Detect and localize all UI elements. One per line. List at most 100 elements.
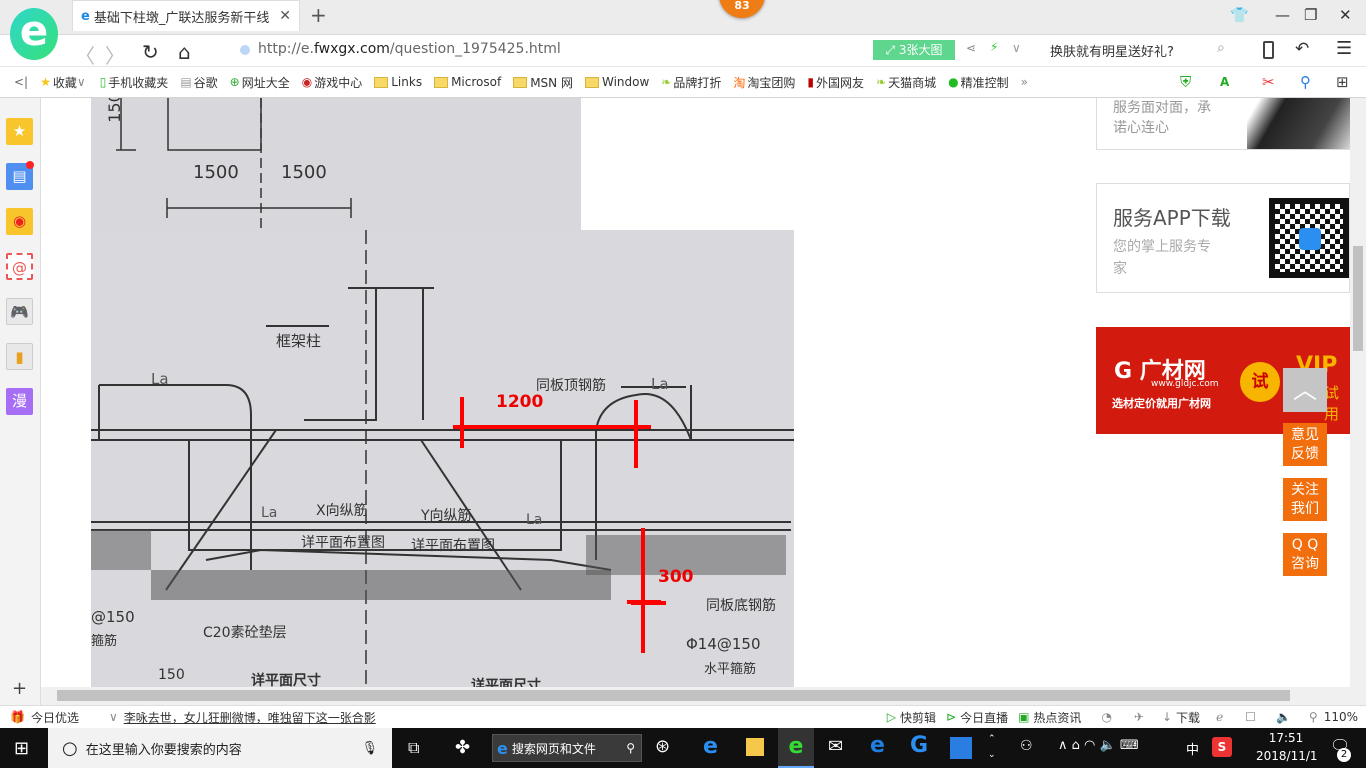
- speed-icon[interactable]: ◔: [1101, 710, 1111, 724]
- bookmark-google[interactable]: ▤ 谷歌: [180, 74, 217, 91]
- home-button[interactable]: ⌂: [178, 40, 191, 64]
- collapse-icon[interactable]: <|: [14, 75, 28, 89]
- today-pick[interactable]: 今日优选: [31, 709, 79, 726]
- translate-icon[interactable]: A: [1220, 75, 1229, 89]
- weibo-icon[interactable]: ◉: [6, 208, 33, 235]
- close-tab-icon[interactable]: ✕: [279, 8, 291, 24]
- bookmark-windows[interactable]: Window: [584, 75, 649, 89]
- apps-icon[interactable]: ⊞: [1336, 73, 1349, 91]
- pin-icon[interactable]: ✈: [1134, 710, 1144, 724]
- taskbar-search[interactable]: ○ 在这里输入你要搜索的内容 🎙: [48, 728, 392, 768]
- qq-consult-button[interactable]: Q Q 咨询: [1283, 533, 1327, 576]
- quick-clip[interactable]: 快剪辑: [900, 709, 936, 726]
- ie-taskbar-icon[interactable]: e: [703, 734, 718, 759]
- horizontal-scrollbar[interactable]: [41, 687, 1366, 705]
- bookmark-control[interactable]: ● 精准控制: [948, 74, 1009, 91]
- undo-icon[interactable]: ↶: [1295, 39, 1309, 59]
- ad-slogan: 选材定价就用广材网: [1112, 397, 1211, 410]
- app-download-card[interactable]: 服务APP下载 您的掌上服务专 家: [1096, 183, 1350, 293]
- file-explorer-icon[interactable]: [746, 738, 764, 756]
- new-tab-button[interactable]: +: [310, 3, 327, 27]
- browser-logo[interactable]: e: [10, 8, 58, 60]
- vertical-scrollbar[interactable]: [1350, 98, 1366, 687]
- book-icon[interactable]: ▮: [6, 343, 33, 370]
- refresh-button[interactable]: ↻: [142, 40, 159, 64]
- browser-taskbar-icon[interactable]: e: [778, 728, 814, 768]
- edge-icon[interactable]: e: [870, 733, 885, 758]
- menu-icon[interactable]: ☰: [1336, 38, 1352, 59]
- add-sidebar-button[interactable]: +: [12, 678, 27, 699]
- close-window-button[interactable]: ✕: [1339, 6, 1352, 24]
- scissors-icon[interactable]: ✂: [1262, 73, 1275, 91]
- news-link[interactable]: 李咏去世，女儿狂删微博，唯独留下这一张合影: [124, 709, 376, 726]
- chevron-down-icon[interactable]: ∨: [1012, 41, 1021, 55]
- bookmark-foreign[interactable]: ▮ 外国网友: [807, 74, 864, 91]
- bookmark-taobao[interactable]: 淘淘宝团购: [733, 74, 795, 91]
- bookmark-tmall[interactable]: ❧ 天猫商城: [876, 74, 936, 91]
- bookmark-brand[interactable]: ❧ 品牌打折: [661, 74, 721, 91]
- taskbar-scroll[interactable]: ⌃ ⌄: [988, 731, 996, 763]
- g-app-icon[interactable]: G: [910, 733, 928, 758]
- notification-badge[interactable]: 83: [719, 0, 765, 18]
- chevron-down-icon[interactable]: ∨: [109, 710, 118, 724]
- forward-button[interactable]: 〉: [105, 40, 125, 69]
- notification-count: 2: [1337, 748, 1351, 762]
- restore-button[interactable]: ❐: [1304, 6, 1317, 24]
- url-input[interactable]: http://e.fwxgx.com/question_1975425.html: [258, 41, 561, 57]
- more-bookmarks[interactable]: »: [1021, 75, 1028, 89]
- mail-icon[interactable]: @: [6, 253, 33, 280]
- bookmark-msn[interactable]: MSN 网: [513, 74, 573, 91]
- tab-active[interactable]: e 基础下柱墩_广联达服务新干线 ✕: [72, 0, 300, 31]
- back-button[interactable]: 〈: [75, 40, 95, 69]
- zoom-level[interactable]: 110%: [1324, 710, 1358, 724]
- comic-icon[interactable]: 漫: [6, 388, 33, 415]
- status-bar: 🎁 今日优选 ∨ 李咏去世，女儿狂删微博，唯独留下这一张合影 ▷ 快剪辑 ⊳ 今…: [0, 705, 1366, 728]
- tray-icons[interactable]: ∧ ⌂ ◠ 🔈 ⌨: [1058, 738, 1139, 753]
- feedback-button[interactable]: 意见 反馈: [1283, 423, 1327, 466]
- task-view-icon[interactable]: ⧉: [408, 738, 419, 758]
- service-card[interactable]: 服务面对面，承 诺心连心: [1096, 98, 1350, 150]
- clock[interactable]: 17:51 2018/11/1: [1256, 731, 1318, 763]
- horizontal-scroll-thumb[interactable]: [57, 690, 1290, 701]
- magnifier-icon[interactable]: ⚲: [1300, 73, 1311, 91]
- bookmark-mobile[interactable]: ▯ 手机收藏夹: [100, 74, 169, 91]
- people-icon[interactable]: ⚇: [1020, 738, 1033, 754]
- search-icon[interactable]: ⌕: [1217, 40, 1225, 56]
- follow-us-button[interactable]: 关注 我们: [1283, 478, 1327, 521]
- mobile-icon[interactable]: [1263, 41, 1274, 59]
- sound-icon[interactable]: 🔈: [1276, 710, 1291, 724]
- shield-icon[interactable]: ⛨: [1180, 73, 1191, 91]
- mail-taskbar-icon[interactable]: ✉: [828, 736, 843, 757]
- qq-line-1: Q Q: [1291, 537, 1319, 553]
- share-icon[interactable]: ⋖: [966, 41, 976, 55]
- live[interactable]: 今日直播: [960, 709, 1008, 726]
- download[interactable]: 下载: [1176, 709, 1200, 726]
- star-icon[interactable]: ★: [6, 118, 33, 145]
- bookmark-microsoft[interactable]: Microsof: [434, 75, 501, 89]
- app-icon-swirl[interactable]: ⊛: [655, 736, 670, 757]
- minimize-button[interactable]: —: [1275, 6, 1290, 24]
- web-search-box[interactable]: e 搜索网页和文件 ⚲: [492, 734, 642, 762]
- bookmark-links[interactable]: Links: [374, 75, 422, 89]
- ie-mode-icon[interactable]: ℯ: [1216, 710, 1223, 724]
- sogou-icon[interactable]: S: [1212, 737, 1232, 757]
- bookmark-sites[interactable]: ⊕ 网址大全: [230, 74, 290, 91]
- promo-text[interactable]: 换肤就有明星送好礼?: [1050, 41, 1174, 60]
- microphone-icon[interactable]: 🎙: [361, 741, 378, 756]
- hot-news[interactable]: 热点资讯: [1033, 709, 1081, 726]
- pinwheel-icon[interactable]: ✤: [455, 737, 470, 758]
- vertical-scroll-thumb[interactable]: [1353, 246, 1363, 351]
- game-icon[interactable]: 🎮: [6, 298, 33, 325]
- bookmark-favorites[interactable]: ★ 收藏 ∨: [40, 74, 88, 91]
- annotation-300: 300: [658, 567, 694, 587]
- windows-start-icon[interactable]: ⊞: [14, 738, 29, 759]
- lightning-icon[interactable]: ⚡: [990, 40, 998, 54]
- bookmark-games[interactable]: ◉ 游戏中心: [302, 74, 363, 91]
- ime-indicator[interactable]: 中: [1186, 739, 1199, 758]
- app-logo-icon: [1299, 228, 1321, 250]
- back-to-top-button[interactable]: ︿: [1283, 368, 1327, 412]
- skin-icon[interactable]: 👕: [1230, 6, 1249, 24]
- big-image-button[interactable]: ⤢ 3张大图: [873, 40, 955, 60]
- notes-app-icon[interactable]: [950, 737, 972, 759]
- window-icon[interactable]: ☐: [1245, 710, 1256, 724]
